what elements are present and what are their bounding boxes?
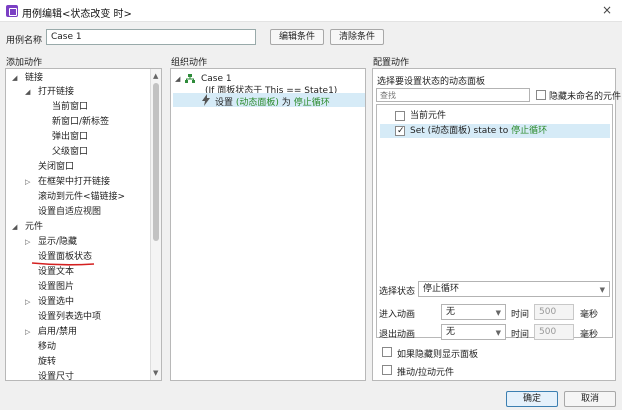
configure-action-panel: 选择要设置状态的动态面板 隐藏未命名的元件 当前元件 Set (动态面板) st… <box>372 68 621 381</box>
list-item-checkbox[interactable] <box>395 124 405 138</box>
action-text: 设置 (动态面板) 为 停止循环 <box>215 95 330 108</box>
tree-item-scroll-to-widget[interactable]: 滚动到元件<锚链接> <box>38 191 125 204</box>
lightning-icon <box>202 94 210 106</box>
select-panel-label: 选择要设置状态的动态面板 <box>377 77 486 87</box>
tree-item-label: 链接 <box>25 73 44 83</box>
cancel-button[interactable]: 取消 <box>564 391 616 407</box>
add-action-header: 添加动作 <box>6 58 43 68</box>
chevron-down-icon: ▼ <box>495 309 501 317</box>
tree-item-rotate[interactable]: 旋转 <box>38 356 56 369</box>
tree-collapsed-icon[interactable]: ▷ <box>25 236 30 249</box>
case-icon <box>185 74 195 83</box>
time-label: 时间 <box>511 310 530 320</box>
tree-item-label: 在框架中打开链接 <box>38 177 111 187</box>
chevron-down-icon: ▼ <box>495 329 501 337</box>
list-item-label: Set (动态面板) state to 停止循环 <box>410 124 547 138</box>
exit-time-input[interactable]: 500 <box>534 324 574 340</box>
case-name-input[interactable] <box>46 29 256 45</box>
tree-item-set-list-selection[interactable]: 设置列表选中项 <box>38 311 101 324</box>
tree-collapsed-icon[interactable]: ▷ <box>25 176 30 189</box>
tree-item-set-text[interactable]: 设置文本 <box>38 266 74 279</box>
tree-item-label: 元件 <box>25 222 44 232</box>
show-if-hidden-label: 如果隐藏则显示面板 <box>397 350 479 360</box>
tree-item-label: 设置选中 <box>38 297 75 307</box>
tree-collapsed-icon[interactable]: ▷ <box>25 326 30 339</box>
close-icon[interactable]: × <box>602 3 612 17</box>
action-target: (动态面板) <box>235 98 279 108</box>
tree-item-label: 显示/隐藏 <box>38 237 78 247</box>
action-state: 停止循环 <box>293 98 330 108</box>
hide-unnamed-label: 隐藏未命名的元件 <box>549 92 622 102</box>
ms-label: 毫秒 <box>580 310 599 320</box>
time-label: 时间 <box>511 330 530 340</box>
red-annotation-underline <box>31 262 95 266</box>
tree-item-set-image[interactable]: 设置图片 <box>38 281 74 294</box>
list-item-prefix: Set (动态面板) state to <box>410 126 509 136</box>
tree-item-set-adaptive-view[interactable]: 设置自适应视图 <box>38 206 101 219</box>
title-bar: 用例编辑<状态改变 时> × <box>0 0 622 22</box>
tree-expanded-icon[interactable]: ◢ <box>25 86 30 99</box>
enter-animation-dropdown[interactable]: 无 ▼ <box>441 304 506 320</box>
select-state-value: 停止循环 <box>423 284 460 294</box>
clear-condition-button[interactable]: 清除条件 <box>330 29 384 45</box>
tree-item-current-window[interactable]: 当前窗口 <box>52 101 88 114</box>
chevron-down-icon: ▼ <box>599 286 605 294</box>
tree-item-parent-window[interactable]: 父级窗口 <box>52 146 88 159</box>
tree-expanded-icon[interactable]: ◢ <box>12 72 17 85</box>
panel-list: 当前元件 Set (动态面板) state to 停止循环 <box>376 104 613 338</box>
enter-animation-value: 无 <box>446 307 456 317</box>
scroll-down-icon[interactable]: ▼ <box>153 369 158 377</box>
tree-item-set-size[interactable]: 设置尺寸 <box>38 371 74 380</box>
select-state-label: 选择状态 <box>379 287 416 297</box>
show-if-hidden-checkbox[interactable] <box>382 347 392 357</box>
tree-item-label: 打开链接 <box>38 87 75 97</box>
list-item[interactable]: 当前元件 <box>380 109 610 123</box>
tree-item-label: 启用/禁用 <box>38 327 78 337</box>
ms-label: 毫秒 <box>580 330 599 340</box>
app-icon <box>6 5 18 17</box>
list-item-state: 停止循环 <box>511 126 548 136</box>
list-item[interactable]: Set (动态面板) state to 停止循环 <box>380 124 610 138</box>
search-input[interactable] <box>376 88 530 102</box>
ok-button[interactable]: 确定 <box>506 391 558 407</box>
enter-time-input[interactable]: 500 <box>534 304 574 320</box>
add-action-panel: ◢ 链接 ◢ 打开链接 当前窗口 新窗口/新标签 弹出窗口 父级窗口 关闭窗口 ▷ 在… <box>5 68 162 381</box>
left-scrollbar[interactable]: ▲ ▼ <box>150 69 161 380</box>
exit-animation-value: 无 <box>446 327 456 337</box>
list-item-label: 当前元件 <box>410 111 447 121</box>
push-pull-label: 推动/拉动元件 <box>397 368 455 378</box>
select-state-dropdown[interactable]: 停止循环 ▼ <box>418 281 610 297</box>
tree-expanded-icon[interactable]: ◢ <box>12 221 17 234</box>
action-prefix: 设置 <box>215 98 234 108</box>
scroll-thumb[interactable] <box>153 83 159 241</box>
tree-collapsed-icon[interactable]: ▷ <box>25 296 30 309</box>
scroll-up-icon[interactable]: ▲ <box>153 72 158 80</box>
tree-item-move[interactable]: 移动 <box>38 341 56 354</box>
exit-animation-label: 退出动画 <box>379 330 416 340</box>
organize-action-panel: ◢ Case 1 (If 面板状态于 This == State1) 设置 (动… <box>170 68 366 381</box>
action-word: 为 <box>281 98 291 108</box>
enter-animation-label: 进入动画 <box>379 310 416 320</box>
hide-unnamed-checkbox[interactable] <box>536 90 546 100</box>
configure-action-header: 配置动作 <box>373 58 410 68</box>
list-item-checkbox[interactable] <box>395 111 405 121</box>
push-pull-checkbox[interactable] <box>382 365 392 375</box>
tree-item-close-window[interactable]: 关闭窗口 <box>38 161 74 174</box>
organize-action-header: 组织动作 <box>171 58 208 68</box>
tree-item-popup-window[interactable]: 弹出窗口 <box>52 131 88 144</box>
tree-item-new-window[interactable]: 新窗口/新标签 <box>52 116 109 129</box>
tree-expanded-icon[interactable]: ◢ <box>175 75 180 83</box>
edit-condition-button[interactable]: 编辑条件 <box>270 29 324 45</box>
case-name-label: 用例名称 <box>6 36 43 46</box>
exit-animation-dropdown[interactable]: 无 ▼ <box>441 324 506 340</box>
window-title: 用例编辑<状态改变 时> <box>22 9 132 20</box>
